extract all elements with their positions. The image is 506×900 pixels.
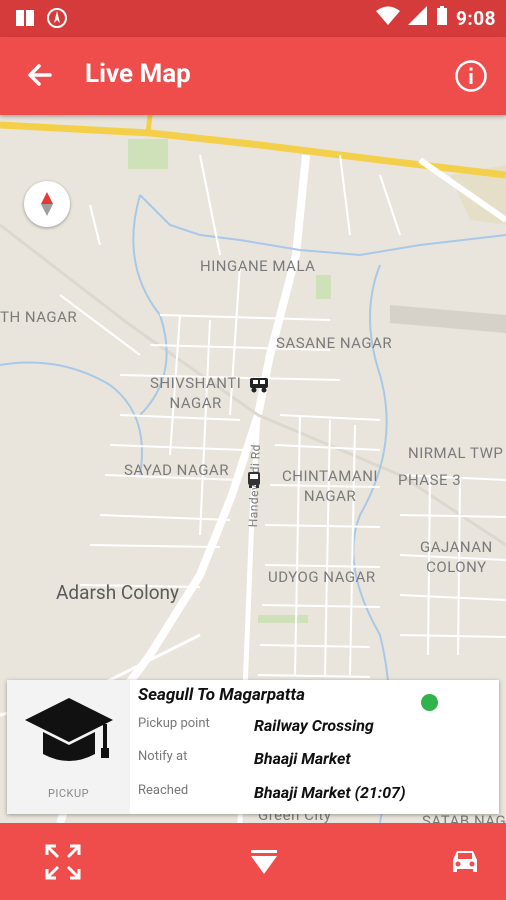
- trip-info-card[interactable]: PICKUP Seagull To Magarpatta Pickup poin…: [7, 680, 499, 814]
- map-label-adarsh-colony: Adarsh Colony: [56, 581, 180, 604]
- notify-at-label: Notify at: [138, 749, 188, 764]
- book-icon: [14, 8, 36, 32]
- map-label-udyog-nagar: UDYOG NAGAR: [268, 568, 376, 586]
- map-label-shivshanti-nagar: SHIVSHANTI NAGAR: [150, 374, 242, 413]
- collapse-panel-icon[interactable]: [243, 841, 285, 883]
- bus-marker-icon[interactable]: [248, 376, 270, 398]
- page-title: Live Map: [85, 59, 191, 89]
- reached-value: Bhaaji Market (21:07): [254, 783, 406, 802]
- app-bar: Live Map: [0, 37, 506, 115]
- map-label-sayad-nagar: SAYAD NAGAR: [124, 461, 229, 479]
- live-status-indicator: [421, 694, 438, 711]
- car-icon[interactable]: [444, 841, 486, 883]
- graduation-cap-icon: [25, 694, 113, 770]
- status-time: 9:08: [455, 6, 496, 30]
- signal-icon: [407, 6, 428, 30]
- reached-label: Reached: [138, 783, 189, 798]
- map-label-phase-3: PHASE 3: [398, 471, 462, 489]
- compass-icon: [41, 192, 53, 216]
- map-label-nirmal-twp: NIRMAL TWP: [408, 444, 504, 462]
- map-label-chintamani-nagar: CHINTAMANI NAGAR: [282, 467, 378, 506]
- bus-stop-marker-icon[interactable]: [247, 471, 261, 493]
- wifi-icon: [375, 6, 400, 30]
- pickup-point-value: Railway Crossing: [254, 716, 374, 735]
- fullscreen-icon[interactable]: [42, 841, 84, 883]
- map-label-hingane-mala: HINGANE MALA: [200, 257, 316, 275]
- pickup-thumbnail-label: PICKUP: [47, 787, 90, 800]
- pickup-thumbnail: PICKUP: [7, 680, 130, 814]
- navigation-app-icon: [46, 7, 68, 33]
- status-bar: 9:08: [0, 0, 506, 37]
- map-label-gajanan-colony: GAJANAN COLONY: [420, 538, 493, 577]
- pickup-point-label: Pickup point: [138, 716, 210, 731]
- compass-button[interactable]: [24, 181, 70, 227]
- notify-at-value: Bhaaji Market: [254, 749, 351, 768]
- map-label-th-nagar: TH NAGAR: [0, 308, 78, 326]
- route-title: Seagull To Magarpatta: [138, 685, 305, 705]
- battery-icon: [436, 6, 448, 30]
- info-icon[interactable]: [454, 59, 488, 93]
- back-arrow-icon[interactable]: [24, 59, 56, 91]
- bottom-action-bar: [0, 823, 506, 900]
- map-label-sasane-nagar: SASANE NAGAR: [276, 334, 393, 352]
